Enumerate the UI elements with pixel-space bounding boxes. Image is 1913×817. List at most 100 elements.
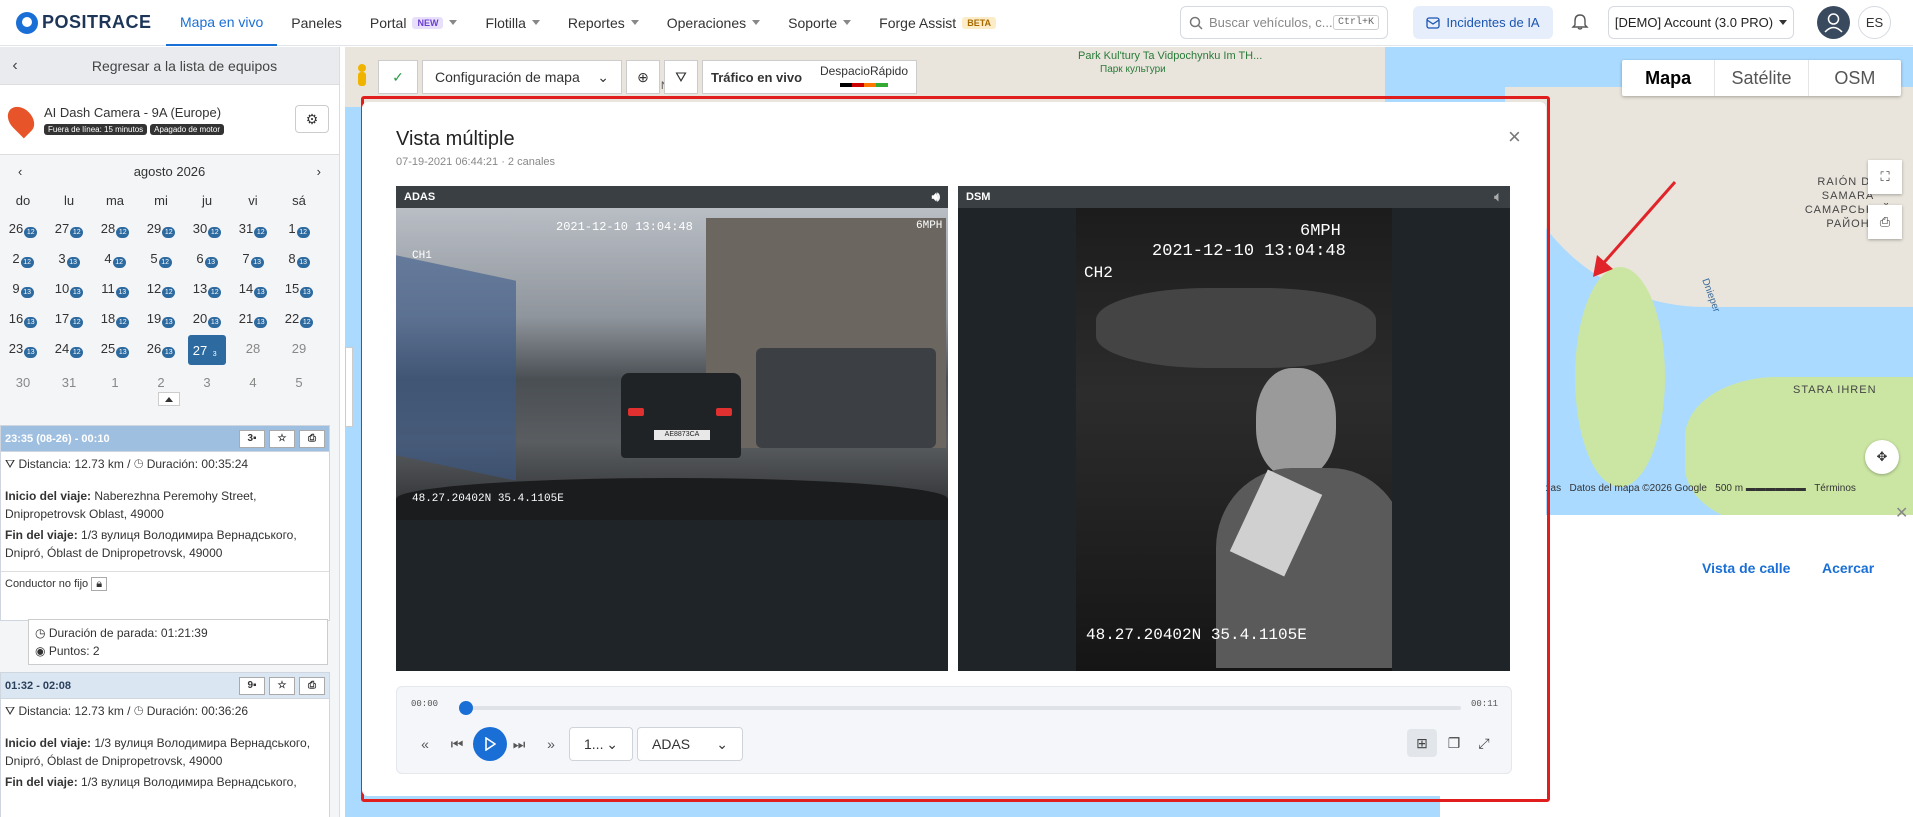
expand-button[interactable]: ⤢ <box>1469 729 1499 757</box>
calendar-day[interactable]: 5 12 <box>138 243 184 273</box>
skip-back-button[interactable]: ⏮︎ <box>443 727 471 761</box>
calendar-day[interactable]: 7 13 <box>230 243 276 273</box>
calendar-day[interactable]: 1 <box>92 367 138 397</box>
zoom-in-link[interactable]: Acercar <box>1822 560 1874 576</box>
trip-header[interactable]: 23:35 (08-26) - 00:10 3 ▪ ☆ ⎙ <box>1 426 329 452</box>
collapse-calendar-button[interactable] <box>158 392 180 406</box>
bell-icon[interactable] <box>1570 12 1590 32</box>
camera-panel-adas[interactable]: ADAS 🔊︎ AE8873CA 2021-12-10 13:04:48 6MPH… <box>396 186 948 671</box>
trip-card[interactable]: 01:32 - 02:08 9 ▪ ☆ ⎙ ⛛ Distancia: 12.73 km… <box>0 672 330 817</box>
calendar-day[interactable]: 29 <box>276 333 322 363</box>
sidebar-toggle[interactable] <box>345 347 353 427</box>
nav-operaciones[interactable]: Operaciones <box>653 0 774 46</box>
camera-panel-dsm[interactable]: DSM 🔈︎ 2021-12-10 13:04:48 6MPH CH2 48.27… <box>958 186 1510 671</box>
live-traffic-toggle[interactable]: Tráfico en vivo DespacioRápido <box>702 60 917 94</box>
calendar-day[interactable]: 31 <box>46 367 92 397</box>
nav-soporte[interactable]: Soporte <box>774 0 865 46</box>
timeline-scrubber[interactable] <box>459 701 1461 715</box>
calendar-day[interactable]: 23 13 <box>0 333 46 363</box>
close-icon[interactable]: ✕ <box>1895 503 1908 523</box>
speaker-muted-icon[interactable]: 🔈︎ <box>1494 189 1502 205</box>
calendar-day[interactable]: 16 13 <box>0 303 46 333</box>
road-button[interactable]: ⛛ <box>664 60 698 94</box>
map-camera-control[interactable]: ✥ <box>1865 440 1899 474</box>
calendar-day[interactable]: 22 12 <box>276 303 322 333</box>
calendar-day[interactable]: 13 12 <box>184 273 230 303</box>
prev-month-button[interactable]: ‹ <box>18 164 22 179</box>
check-button[interactable]: ✓ <box>378 60 418 94</box>
speed-select[interactable]: 1... ⌄ <box>569 727 633 761</box>
calendar-day[interactable]: 17 12 <box>46 303 92 333</box>
calendar-day[interactable]: 25 13 <box>92 333 138 363</box>
map-type-mapa[interactable]: Mapa <box>1622 60 1716 96</box>
calendar-day[interactable]: 3 13 <box>46 243 92 273</box>
account-selector[interactable]: [DEMO] Account (3.0 PRO) <box>1608 6 1794 39</box>
calendar-day[interactable]: 24 12 <box>46 333 92 363</box>
star-icon[interactable]: ☆ <box>269 429 295 448</box>
layered-view-button[interactable]: ❐ <box>1439 729 1469 757</box>
pegman-icon[interactable] <box>350 60 374 94</box>
video-button[interactable]: 3 ▪ <box>239 429 265 448</box>
calendar-day[interactable]: 20 13 <box>184 303 230 333</box>
video-button[interactable]: 9 ▪ <box>239 676 265 695</box>
print-icon[interactable]: ⎙ <box>299 429 325 448</box>
calendar-day[interactable]: 12 12 <box>138 273 184 303</box>
calendar-day[interactable]: 28 12 <box>92 213 138 243</box>
calendar-day[interactable]: 2 12 <box>0 243 46 273</box>
trip-card[interactable]: 23:35 (08-26) - 00:10 3 ▪ ☆ ⎙ ⛛ Distancia: … <box>0 425 330 621</box>
print-icon[interactable]: ⎙ <box>299 676 325 695</box>
ai-incidents-button[interactable]: Incidentes de IA <box>1413 6 1553 39</box>
trip-header[interactable]: 01:32 - 02:08 9 ▪ ☆ ⎙ <box>1 673 329 699</box>
nav-paneles[interactable]: Paneles <box>277 0 356 46</box>
map-type-satelite[interactable]: Satélite <box>1715 60 1809 96</box>
device-settings-button[interactable]: ⚙ <box>295 105 329 133</box>
calendar-day[interactable]: 27 12 <box>46 213 92 243</box>
skip-forward-button[interactable]: ⏭︎ <box>505 727 533 761</box>
play-button[interactable] <box>473 727 507 761</box>
timeline-handle[interactable] <box>459 701 473 715</box>
calendar-day[interactable]: 1 12 <box>276 213 322 243</box>
calendar-day[interactable]: 5 <box>276 367 322 397</box>
calendar-day[interactable]: 19 13 <box>138 303 184 333</box>
grid-view-button[interactable]: ⊞ <box>1407 729 1437 757</box>
calendar-day[interactable]: 21 13 <box>230 303 276 333</box>
nav-portal[interactable]: Portal NEW <box>356 0 472 46</box>
calendar-day[interactable]: 30 12 <box>184 213 230 243</box>
next-month-button[interactable]: › <box>317 164 321 179</box>
search-input[interactable]: Buscar vehículos, c... Ctrl+K <box>1180 6 1388 39</box>
calendar-day[interactable]: 11 13 <box>92 273 138 303</box>
nav-mapa-en-vivo[interactable]: Mapa en vivo <box>166 0 278 46</box>
calendar-day[interactable]: 26 13 <box>138 333 184 363</box>
close-icon[interactable]: × <box>1508 124 1521 150</box>
speaker-icon[interactable]: 🔊︎ <box>932 189 940 205</box>
rewind-button[interactable]: « <box>411 727 439 761</box>
calendar-day[interactable]: 10 13 <box>46 273 92 303</box>
fullscreen-button[interactable]: ⛶ <box>1868 160 1902 194</box>
calendar-day[interactable]: 31 12 <box>230 213 276 243</box>
nav-forge-assist[interactable]: Forge Assist BETA <box>865 0 1010 46</box>
calendar-day[interactable]: 6 13 <box>184 243 230 273</box>
street-view-link[interactable]: Vista de calle <box>1702 560 1790 576</box>
nav-reportes[interactable]: Reportes <box>554 0 653 46</box>
logo[interactable]: POSITRACE <box>16 11 166 34</box>
nav-flotilla[interactable]: Flotilla <box>471 0 553 46</box>
fast-forward-button[interactable]: » <box>537 727 565 761</box>
map-type-osm[interactable]: OSM <box>1809 60 1901 96</box>
calendar-day[interactable]: 14 13 <box>230 273 276 303</box>
calendar-day[interactable]: 9 13 <box>0 273 46 303</box>
avatar[interactable] <box>1817 6 1850 39</box>
calendar-day[interactable]: 26 12 <box>0 213 46 243</box>
lock-icon[interactable]: 🔒︎ <box>91 577 108 591</box>
map-config-select[interactable]: Configuración de mapa ⌄ <box>422 60 622 94</box>
calendar-day[interactable]: 15 13 <box>276 273 322 303</box>
language-selector[interactable]: ES <box>1858 6 1891 39</box>
calendar-day[interactable]: 18 12 <box>92 303 138 333</box>
print-map-button[interactable]: ⎙ <box>1868 205 1902 239</box>
calendar-day[interactable]: 29 12 <box>138 213 184 243</box>
back-to-list-button[interactable]: ‹ Regresar a la lista de equipos <box>0 47 339 85</box>
calendar-day[interactable]: 4 12 <box>92 243 138 273</box>
star-icon[interactable]: ☆ <box>269 676 295 695</box>
calendar-day[interactable]: 4 <box>230 367 276 397</box>
calendar-day[interactable]: 8 13 <box>276 243 322 273</box>
calendar-day[interactable]: 3 <box>184 367 230 397</box>
